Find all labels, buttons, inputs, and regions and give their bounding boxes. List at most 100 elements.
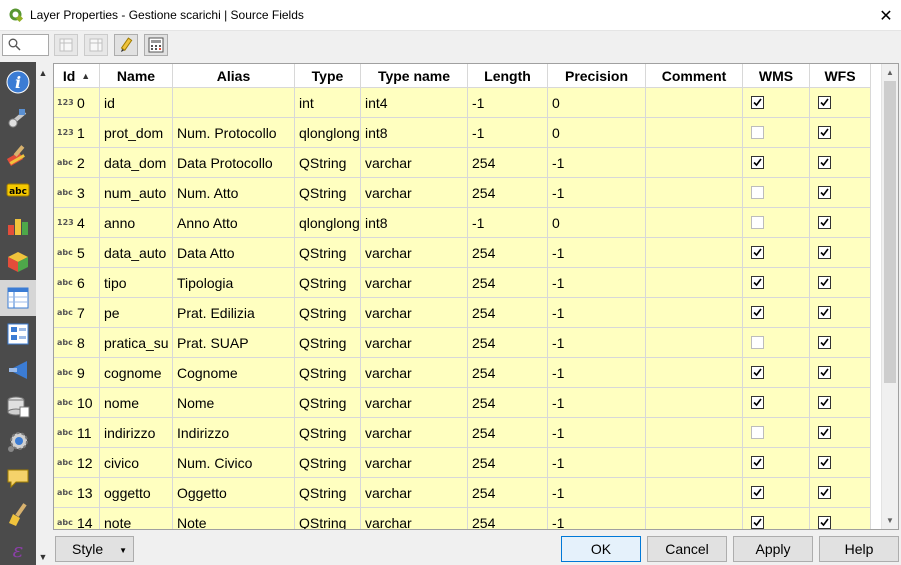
type-name-cell[interactable]: varchar — [361, 238, 468, 268]
length-cell[interactable]: 254 — [468, 418, 548, 448]
type-name-cell[interactable]: varchar — [361, 388, 468, 418]
length-cell[interactable]: 254 — [468, 268, 548, 298]
vertical-scrollbar[interactable]: ▲ ▼ — [881, 64, 898, 529]
information-icon[interactable]: i — [0, 64, 36, 100]
wms-checkbox[interactable] — [751, 426, 764, 439]
table-row[interactable]: abc 12 civico Num. Civico QString varchar 254 -… — [54, 448, 871, 478]
name-cell[interactable]: cognome — [100, 358, 173, 388]
wfs-checkbox[interactable] — [818, 426, 831, 439]
precision-cell[interactable]: -1 — [548, 238, 646, 268]
name-cell[interactable]: civico — [100, 448, 173, 478]
type-name-cell[interactable]: varchar — [361, 148, 468, 178]
precision-cell[interactable]: -1 — [548, 358, 646, 388]
wms-checkbox[interactable] — [751, 246, 764, 259]
wms-checkbox[interactable] — [751, 126, 764, 139]
alias-cell[interactable]: Note — [173, 508, 295, 529]
type-cell[interactable]: QString — [295, 478, 361, 508]
wfs-checkbox[interactable] — [818, 216, 831, 229]
wms-checkbox[interactable] — [751, 486, 764, 499]
wms-checkbox[interactable] — [751, 336, 764, 349]
type-name-cell[interactable]: varchar — [361, 358, 468, 388]
id-cell[interactable]: abc 5 — [54, 238, 100, 268]
column-header-wfs[interactable]: WFS — [810, 64, 871, 88]
diagrams-icon[interactable] — [0, 208, 36, 244]
table-row[interactable]: 123 0 id int int4 -1 0 — [54, 88, 871, 118]
column-header-precision[interactable]: Precision — [548, 64, 646, 88]
name-cell[interactable]: tipo — [100, 268, 173, 298]
type-cell[interactable]: QString — [295, 238, 361, 268]
alias-cell[interactable]: Nome — [173, 388, 295, 418]
type-name-cell[interactable]: varchar — [361, 298, 468, 328]
precision-cell[interactable]: -1 — [548, 268, 646, 298]
column-header-name[interactable]: Name — [100, 64, 173, 88]
name-cell[interactable]: data_dom — [100, 148, 173, 178]
id-cell[interactable]: abc 11 — [54, 418, 100, 448]
id-cell[interactable]: abc 14 — [54, 508, 100, 529]
precision-cell[interactable]: -1 — [548, 508, 646, 529]
name-cell[interactable]: anno — [100, 208, 173, 238]
length-cell[interactable]: 254 — [468, 388, 548, 418]
alias-cell[interactable]: Prat. SUAP — [173, 328, 295, 358]
precision-cell[interactable]: 0 — [548, 118, 646, 148]
comment-cell[interactable] — [646, 148, 743, 178]
alias-cell[interactable]: Prat. Edilizia — [173, 298, 295, 328]
type-cell[interactable]: QString — [295, 508, 361, 529]
ok-button[interactable]: OK — [561, 536, 641, 562]
alias-cell[interactable]: Num. Civico — [173, 448, 295, 478]
id-cell[interactable]: abc 7 — [54, 298, 100, 328]
type-name-cell[interactable]: int8 — [361, 208, 468, 238]
cancel-button[interactable]: Cancel — [647, 536, 727, 562]
table-row[interactable]: abc 3 num_auto Num. Atto QString varchar 254 -1 — [54, 178, 871, 208]
comment-cell[interactable] — [646, 238, 743, 268]
name-cell[interactable]: note — [100, 508, 173, 529]
precision-cell[interactable]: 0 — [548, 88, 646, 118]
name-cell[interactable]: num_auto — [100, 178, 173, 208]
comment-cell[interactable] — [646, 418, 743, 448]
type-name-cell[interactable]: varchar — [361, 478, 468, 508]
variables-icon[interactable]: ε — [0, 532, 36, 565]
3d-view-icon[interactable] — [0, 244, 36, 280]
name-cell[interactable]: prot_dom — [100, 118, 173, 148]
id-cell[interactable]: abc 6 — [54, 268, 100, 298]
type-name-cell[interactable]: int8 — [361, 118, 468, 148]
type-cell[interactable]: QString — [295, 358, 361, 388]
type-cell[interactable]: int — [295, 88, 361, 118]
comment-cell[interactable] — [646, 178, 743, 208]
length-cell[interactable]: -1 — [468, 88, 548, 118]
comment-cell[interactable] — [646, 388, 743, 418]
type-cell[interactable]: QString — [295, 328, 361, 358]
style-icon[interactable] — [0, 136, 36, 172]
type-cell[interactable]: QString — [295, 148, 361, 178]
wfs-checkbox[interactable] — [818, 126, 831, 139]
labels-icon[interactable]: abc — [0, 172, 36, 208]
name-cell[interactable]: pratica_su — [100, 328, 173, 358]
id-cell[interactable]: abc 10 — [54, 388, 100, 418]
column-header-type[interactable]: Type — [295, 64, 361, 88]
type-cell[interactable]: qlonglong — [295, 208, 361, 238]
wms-checkbox[interactable] — [751, 96, 764, 109]
table-row[interactable]: abc 8 pratica_su Prat. SUAP QString varchar 25… — [54, 328, 871, 358]
id-cell[interactable]: 123 1 — [54, 118, 100, 148]
help-button[interactable]: Help — [819, 536, 899, 562]
precision-cell[interactable]: -1 — [548, 418, 646, 448]
alias-cell[interactable]: Indirizzo — [173, 418, 295, 448]
alias-cell[interactable]: Oggetto — [173, 478, 295, 508]
alias-cell[interactable]: Num. Atto — [173, 178, 295, 208]
comment-cell[interactable] — [646, 298, 743, 328]
toggle-editing-button[interactable] — [114, 34, 138, 56]
precision-cell[interactable]: -1 — [548, 478, 646, 508]
precision-cell[interactable]: -1 — [548, 448, 646, 478]
id-cell[interactable]: abc 9 — [54, 358, 100, 388]
nav-scroll-down-icon[interactable]: ▼ — [36, 550, 50, 564]
id-cell[interactable]: abc 13 — [54, 478, 100, 508]
type-name-cell[interactable]: varchar — [361, 508, 468, 529]
rendering-icon[interactable] — [0, 496, 36, 532]
comment-cell[interactable] — [646, 358, 743, 388]
field-calculator-button[interactable] — [144, 34, 168, 56]
wms-checkbox[interactable] — [751, 276, 764, 289]
comment-cell[interactable] — [646, 448, 743, 478]
table-row[interactable]: abc 13 oggetto Oggetto QString varchar 254 -1 — [54, 478, 871, 508]
wfs-checkbox[interactable] — [818, 276, 831, 289]
wfs-checkbox[interactable] — [818, 246, 831, 259]
type-cell[interactable]: QString — [295, 268, 361, 298]
